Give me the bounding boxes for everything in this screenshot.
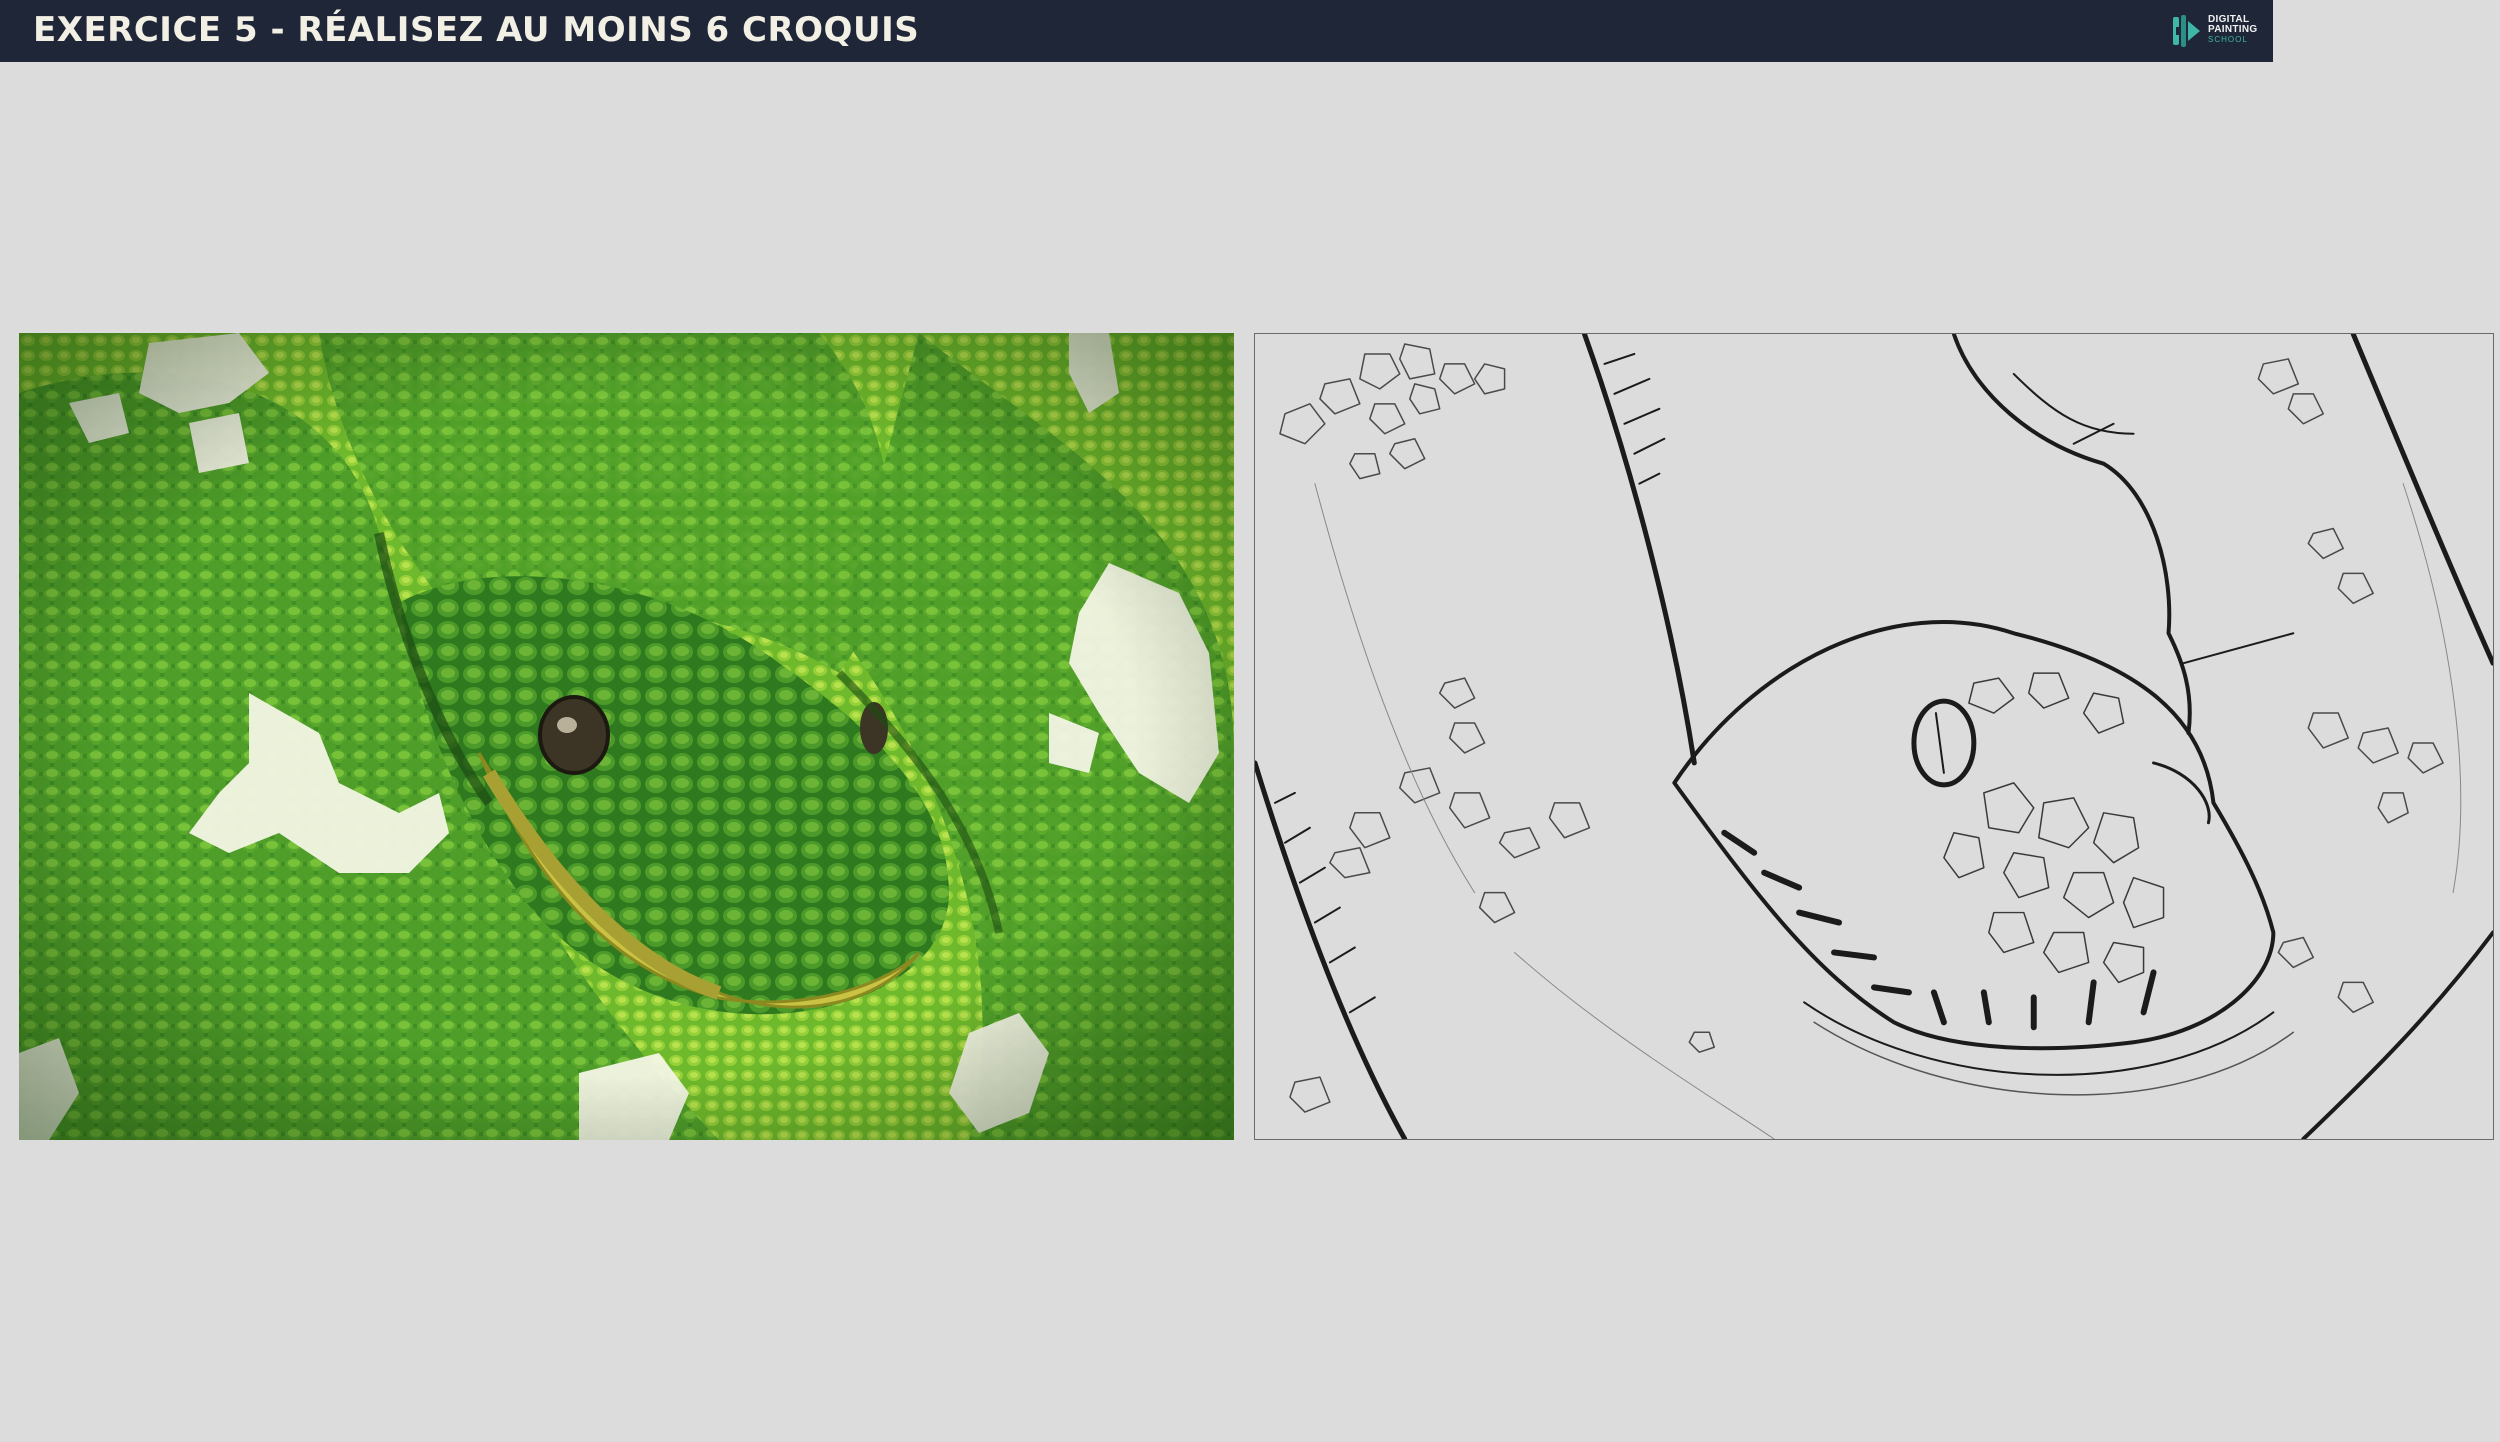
logo-line-3: SCHOOL — [2208, 35, 2248, 44]
brush-logo-icon — [2173, 15, 2200, 47]
reference-photo — [19, 333, 1234, 1140]
digital-painting-school-logo: DIGITAL PAINTING SCHOOL — [2170, 11, 2260, 51]
header-bar: EXERCICE 5 - RÉALISEZ AU MOINS 6 CROQUIS… — [0, 0, 2273, 62]
snake-sketch-image — [1255, 334, 2493, 1139]
snake-photo-image — [19, 333, 1234, 1140]
page-title: EXERCICE 5 - RÉALISEZ AU MOINS 6 CROQUIS — [33, 10, 920, 50]
sketch-drawing — [1254, 333, 2494, 1140]
logo-line-2: PAINTING — [2208, 24, 2258, 35]
logo-wordmark: DIGITAL PAINTING SCHOOL — [2208, 15, 2257, 45]
